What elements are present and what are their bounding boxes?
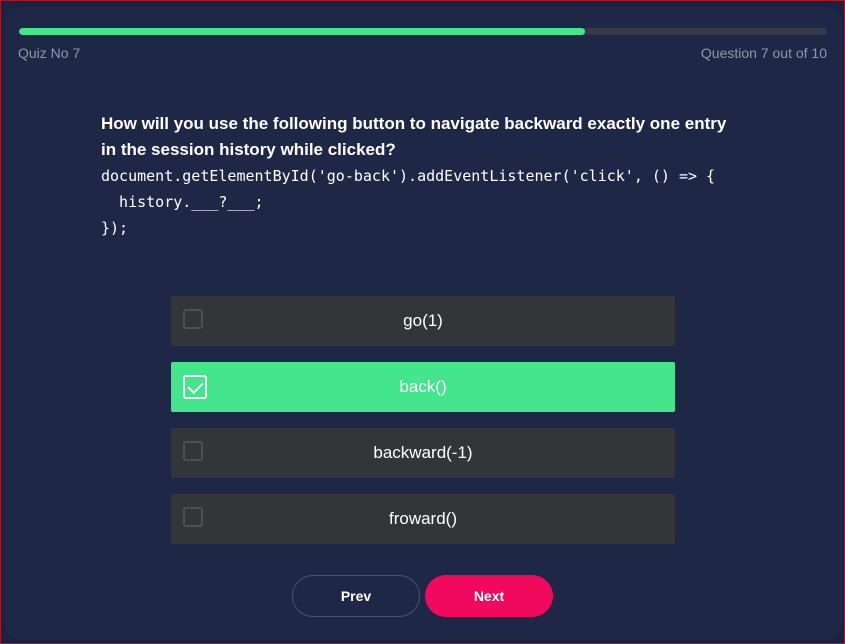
window-frame: Quiz No 7 Question 7 out of 10 How will … [0,0,845,644]
answer-option-label: back() [399,377,447,396]
answer-option-label: go(1) [403,311,443,330]
quiz-number-label: Quiz No 7 [18,45,81,61]
progress-bar [19,28,827,35]
prev-button[interactable]: Prev [292,575,420,617]
answer-option-label: froward() [388,509,457,528]
answer-option-label: backward(-1) [373,443,473,462]
answer-option-2[interactable]: back() [171,362,675,412]
question-code-snippet: document.getElementById('go-back').addEv… [101,167,716,237]
next-button[interactable]: Next [425,575,553,617]
answer-option-1[interactable]: go(1) [171,296,675,346]
answer-option-3[interactable]: backward(-1) [171,428,675,478]
quiz-card: Quiz No 7 Question 7 out of 10 How will … [5,7,842,639]
question-text: How will you use the following button to… [101,114,727,159]
progress-bar-fill [19,28,585,35]
question-counter: Question 7 out of 10 [700,45,827,61]
answer-option-4[interactable]: froward() [171,494,675,544]
answer-options: go(1) back() backward(-1) froward() [171,296,675,560]
